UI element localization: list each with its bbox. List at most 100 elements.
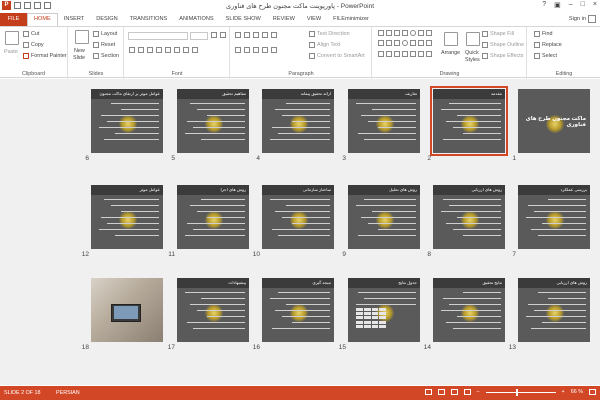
line-spacing-icon[interactable]: [271, 32, 277, 38]
shape-connector-icon[interactable]: [394, 50, 400, 57]
slide-sorter-view-icon[interactable]: [437, 389, 445, 395]
shape-arrow-icon[interactable]: [394, 30, 400, 36]
font-size-grow-icon[interactable]: [211, 32, 217, 38]
font-color-icon[interactable]: [192, 47, 198, 53]
normal-view-icon[interactable]: [424, 389, 432, 395]
shape-wave-icon[interactable]: [386, 50, 392, 57]
tab-fileminimizer[interactable]: FILEminimizer: [327, 13, 375, 26]
close-icon[interactable]: ×: [593, 1, 597, 9]
shape-more-icon[interactable]: [426, 30, 432, 36]
slide-thumbnail[interactable]: ماکت مجنون طرح های فناوری: [518, 89, 590, 153]
decrease-indent-icon[interactable]: [253, 32, 259, 38]
fit-slide-icon[interactable]: [589, 389, 596, 395]
shape-effects-button[interactable]: Shape Effects: [482, 53, 523, 59]
font-size-shrink-icon[interactable]: [220, 32, 226, 38]
slide-thumbnail[interactable]: عوامل موثر: [91, 185, 163, 249]
shape-outline-button[interactable]: Shape Outline: [482, 42, 524, 48]
shape-banner-icon[interactable]: [418, 50, 424, 57]
shape-triangle-icon[interactable]: [418, 30, 424, 36]
reading-view-icon[interactable]: [450, 389, 458, 395]
tab-transitions[interactable]: TRANSITIONS: [124, 13, 174, 26]
slide-thumbnail[interactable]: عوامل موثر بر ارتقای ماکت مجنون: [91, 89, 163, 153]
font-size-select[interactable]: [190, 32, 208, 40]
align-text-button[interactable]: Align Text: [309, 42, 340, 48]
shape-bracket-icon[interactable]: [386, 40, 392, 47]
paste-button[interactable]: Paste: [4, 49, 18, 55]
zoom-level[interactable]: 66 %: [571, 389, 583, 395]
italic-icon[interactable]: [138, 47, 144, 53]
format-painter-button[interactable]: Format Painter: [23, 53, 67, 59]
zoom-in-icon[interactable]: +: [562, 389, 565, 395]
slide-sorter[interactable]: ماکت مجنون طرح های فناوری 1 مقدمه 2 تعاریف 3 ا…: [0, 79, 600, 385]
slide-thumbnail[interactable]: بررسی عملکرد: [518, 185, 590, 249]
slide-thumbnail[interactable]: روش های اجرا: [177, 185, 249, 249]
shape-textbox-icon[interactable]: [378, 30, 384, 36]
avatar[interactable]: [588, 15, 596, 23]
zoom-slider[interactable]: [485, 388, 556, 396]
slide-thumbnail[interactable]: ارائه تحقیق پیمانه: [262, 89, 334, 153]
arrange-button[interactable]: Arrange: [441, 50, 460, 56]
shape-line-icon[interactable]: [386, 30, 392, 36]
find-button[interactable]: Find: [534, 31, 553, 37]
text-direction-button[interactable]: Text Direction: [309, 31, 350, 37]
quick-styles-icon[interactable]: [466, 32, 480, 46]
select-button[interactable]: Select: [534, 53, 557, 59]
shapes-gallery[interactable]: [378, 30, 436, 60]
language-indicator[interactable]: PERSIAN: [56, 390, 80, 396]
tab-review[interactable]: REVIEW: [267, 13, 301, 26]
tab-slide-show[interactable]: SLIDE SHOW: [220, 13, 267, 26]
numbering-icon[interactable]: [244, 32, 250, 38]
new-slide-button[interactable]: New: [74, 48, 85, 54]
slide-thumbnail[interactable]: [91, 278, 163, 342]
slide-thumbnail[interactable]: روش های ارزیابی: [518, 278, 590, 342]
increase-indent-icon[interactable]: [262, 32, 268, 38]
shape-brace-icon[interactable]: [418, 40, 424, 47]
tab-animations[interactable]: ANIMATIONS: [173, 13, 219, 26]
shape-freeform-icon[interactable]: [402, 50, 408, 57]
paste-icon[interactable]: [5, 31, 19, 45]
underline-icon[interactable]: [147, 47, 153, 53]
sign-in-link[interactable]: Sign in: [569, 16, 586, 22]
slide-thumbnail[interactable]: ساختار سازمانی: [262, 185, 334, 249]
shape-fill-button[interactable]: Shape Fill: [482, 31, 514, 37]
help-icon[interactable]: ?: [542, 1, 546, 9]
shape-block-arrow-icon[interactable]: [378, 40, 384, 47]
align-right-icon[interactable]: [253, 47, 259, 53]
font-name-select[interactable]: [128, 32, 188, 40]
section-button[interactable]: Section: [93, 53, 119, 59]
shape-oval-icon[interactable]: [410, 30, 416, 36]
shape-circle-icon[interactable]: [402, 40, 408, 47]
reset-button[interactable]: Reset: [93, 42, 115, 48]
arrange-icon[interactable]: [444, 32, 458, 46]
slide-thumbnail[interactable]: مقدمه: [430, 86, 508, 156]
slide-thumbnail[interactable]: جدول نتایج: [348, 278, 420, 342]
char-spacing-icon[interactable]: [174, 47, 180, 53]
bold-icon[interactable]: [129, 47, 135, 53]
cut-button[interactable]: Cut: [23, 31, 39, 37]
quick-styles-label-2[interactable]: Styles: [465, 57, 480, 63]
tab-insert[interactable]: INSERT: [58, 13, 90, 26]
justify-icon[interactable]: [262, 47, 268, 53]
tab-home[interactable]: HOME: [27, 13, 58, 26]
bullets-icon[interactable]: [235, 32, 241, 38]
new-slide-label-2[interactable]: Slide: [73, 55, 85, 61]
shadow-icon[interactable]: [156, 47, 162, 53]
convert-smartart-button[interactable]: Convert to SmartArt: [309, 53, 365, 59]
align-center-icon[interactable]: [244, 47, 250, 53]
tab-file[interactable]: FILE: [0, 13, 27, 26]
slide-thumbnail[interactable]: نتیجه گیری: [262, 278, 334, 342]
new-slide-icon[interactable]: [75, 30, 89, 44]
shape-flowchart-icon[interactable]: [410, 50, 416, 57]
shape-curve-icon[interactable]: [378, 50, 384, 57]
slide-thumbnail[interactable]: تعاریف: [348, 89, 420, 153]
shape-rect-icon[interactable]: [402, 30, 408, 36]
zoom-out-icon[interactable]: –: [477, 389, 480, 395]
slide-thumbnail[interactable]: مفاهیم تحقیق: [177, 89, 249, 153]
slide-thumbnail[interactable]: نتایج تحقیق: [433, 278, 505, 342]
shape-star-icon[interactable]: [394, 40, 400, 47]
tab-design[interactable]: DESIGN: [90, 13, 123, 26]
slide-thumbnail[interactable]: پیشنهادات: [177, 278, 249, 342]
copy-button[interactable]: Copy: [23, 42, 44, 48]
quick-styles-button[interactable]: Quick: [465, 50, 479, 56]
shape-expand-icon[interactable]: [426, 50, 432, 57]
